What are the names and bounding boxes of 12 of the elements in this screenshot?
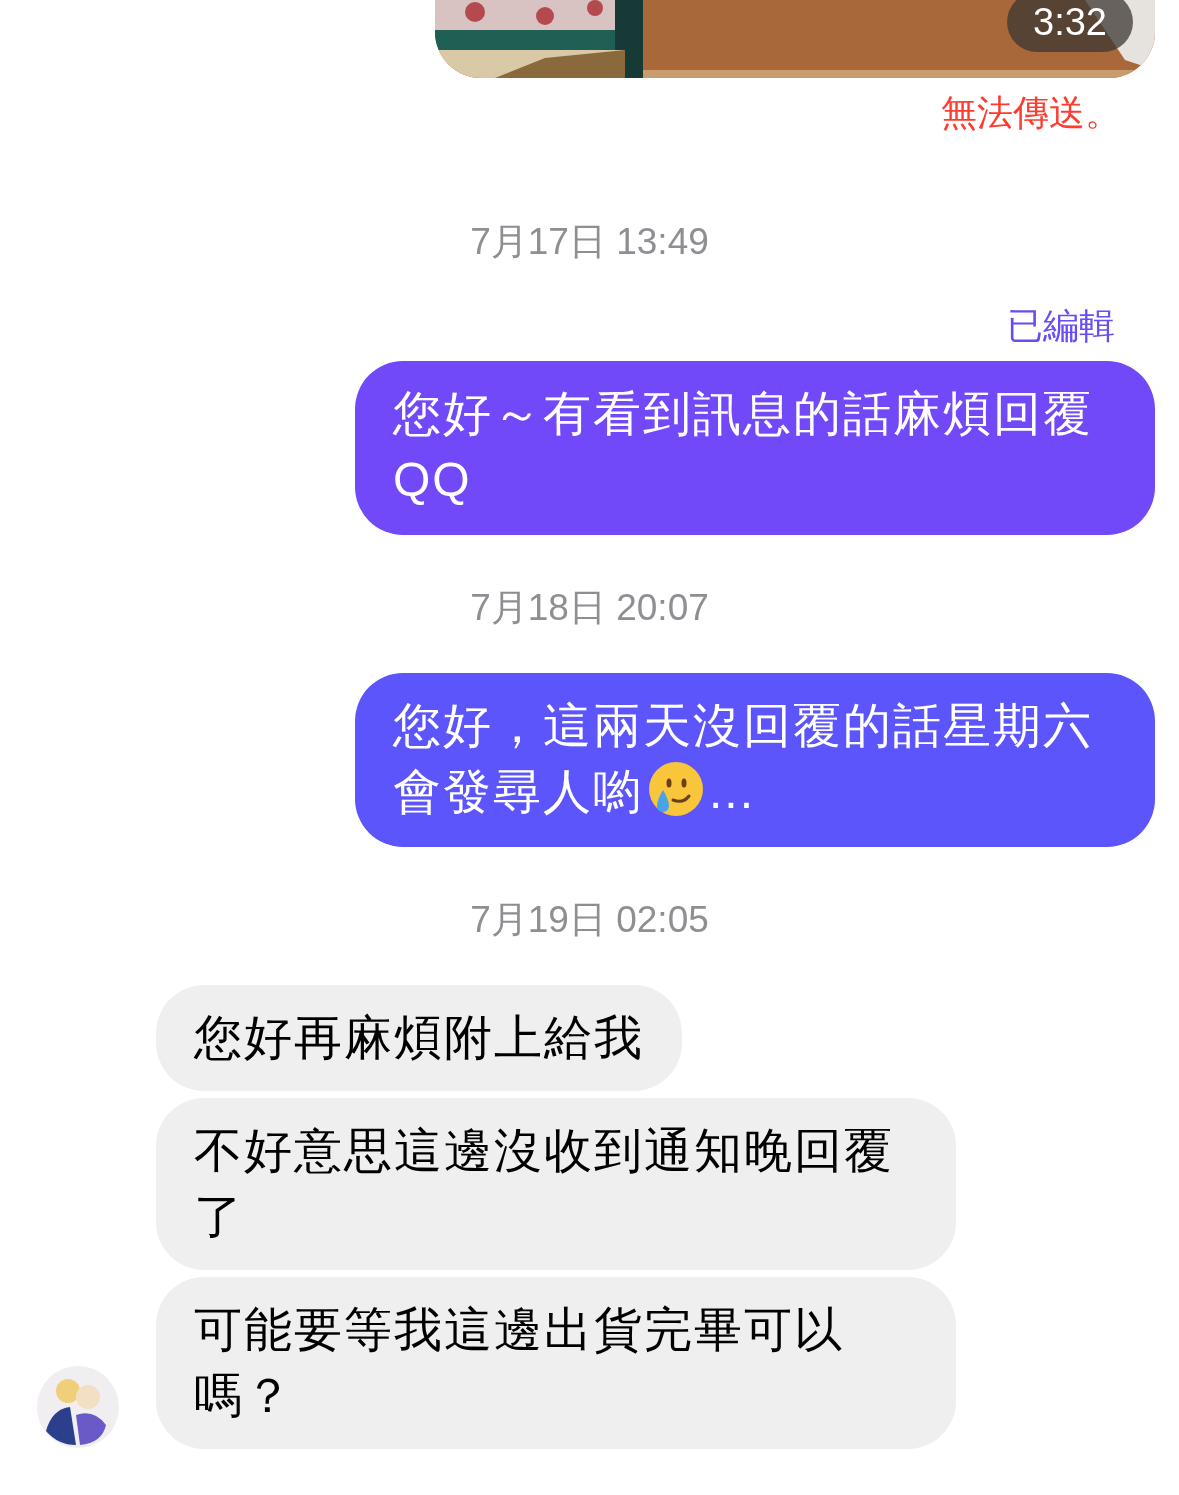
timestamp: 7月17日 13:49: [470, 220, 709, 264]
message-bubble: 您好～有看到訊息的話麻煩回覆QQ: [355, 361, 1155, 535]
message-bubble: 您好，這兩天沒回覆的話星期六會發尋人喲 ...: [355, 673, 1155, 847]
video-duration: 3:32: [1007, 0, 1133, 52]
crying-smile-icon: [647, 760, 705, 818]
message-bubble: 不好意思這邊沒收到通知晚回覆了: [156, 1098, 956, 1270]
timestamp: 7月18日 20:07: [470, 586, 709, 630]
message-bubble: 您好再麻煩附上給我: [156, 985, 682, 1091]
message-bubble: 可能要等我這邊出貨完畢可以嗎？: [156, 1277, 956, 1449]
edited-label: 已編輯: [1007, 304, 1115, 348]
send-error: 無法傳送。: [941, 91, 1121, 135]
timestamp: 7月19日 02:05: [470, 898, 709, 942]
